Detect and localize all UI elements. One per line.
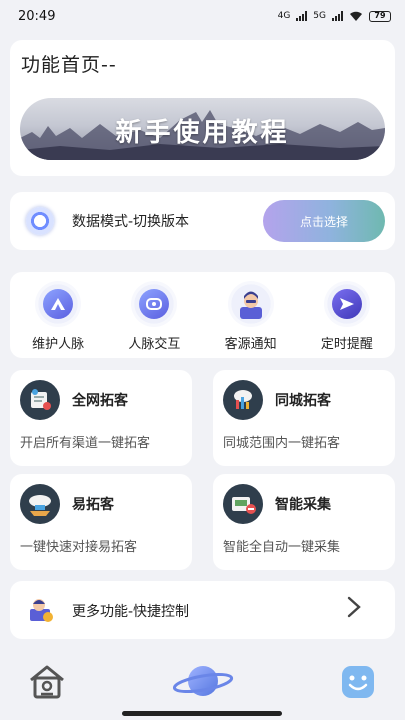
data-mode-card: 数据模式-切换版本 点击选择 — [10, 192, 395, 250]
collect-icon — [223, 484, 263, 524]
bottom-nav — [0, 656, 405, 720]
feature-desc: 开启所有渠道一键拓客 — [20, 436, 151, 451]
feature-desc: 同城范围内一键拓客 — [223, 436, 341, 451]
signal-icon — [296, 11, 308, 21]
feature-title: 同城拓客 — [275, 393, 331, 409]
banner-title: 新手使用教程 — [115, 118, 290, 148]
city-chart-icon — [223, 380, 263, 420]
signal-icon — [332, 11, 343, 21]
quick-action-notify[interactable]: 客源通知 — [203, 272, 299, 358]
more-functions-row[interactable]: 更多功能-快捷控制 — [10, 581, 395, 639]
home-icon[interactable] — [27, 664, 67, 700]
feature-card-all-network[interactable]: 全网拓客 开启所有渠道一键拓客 — [10, 370, 192, 466]
feature-title: 易拓客 — [72, 497, 114, 513]
network-icon — [20, 380, 60, 420]
quick-action-label: 维护人脉 — [32, 337, 85, 352]
quick-action-interact[interactable]: 人脉交互 — [106, 272, 202, 358]
clock: 20:49 — [18, 8, 56, 24]
mode-label: 数据模式-切换版本 — [72, 214, 190, 230]
smiley-icon[interactable] — [340, 664, 376, 700]
quick-action-reminder[interactable]: 定时提醒 — [299, 272, 395, 358]
control-panel-icon — [30, 599, 53, 622]
wifi-icon — [350, 11, 362, 21]
feature-title: 全网拓客 — [72, 393, 128, 409]
feature-card-easy[interactable]: 易拓客 一键快速对接易拓客 — [10, 474, 192, 570]
quick-actions-card: 维护人脉 人脉交互 客源通知 定时提醒 — [10, 272, 395, 358]
tutorial-banner[interactable]: 新手使用教程 — [20, 98, 385, 160]
net-4g-label: 4G — [277, 11, 291, 21]
feature-title: 智能采集 — [275, 497, 331, 513]
quick-action-label: 人脉交互 — [128, 337, 181, 352]
select-mode-button[interactable]: 点击选择 — [263, 200, 385, 242]
cloud-icon — [20, 484, 60, 524]
home-indicator — [122, 711, 282, 716]
planet-icon[interactable] — [172, 661, 234, 701]
quick-action-maintain[interactable]: 维护人脉 — [10, 272, 106, 358]
net-5g-label: 5G — [313, 11, 326, 21]
feature-card-smart-collect[interactable]: 智能采集 智能全自动一键采集 — [213, 474, 395, 570]
chevron-right-icon — [347, 596, 361, 624]
send-icon — [323, 281, 370, 327]
status-icons: 4G 5G 79 — [277, 10, 391, 22]
feature-desc: 一键快速对接易拓客 — [20, 540, 138, 555]
feature-desc: 智能全自动一键采集 — [223, 540, 341, 555]
agent-icon — [227, 281, 274, 327]
chat-icon — [131, 281, 178, 327]
more-functions-label: 更多功能-快捷控制 — [72, 604, 190, 620]
battery-icon: 79 — [369, 10, 391, 22]
quick-action-label: 定时提醒 — [320, 337, 373, 352]
header-card: 功能首页-- 新手使用教程 — [10, 40, 395, 176]
feature-card-same-city[interactable]: 同城拓客 同城范围内一键拓客 — [213, 370, 395, 466]
page-title: 功能首页-- — [21, 54, 117, 76]
quick-action-label: 客源通知 — [224, 337, 277, 352]
mode-switch-icon — [26, 207, 54, 235]
triangle-icon — [35, 281, 82, 327]
status-bar: 20:49 4G 5G 79 — [0, 0, 405, 32]
